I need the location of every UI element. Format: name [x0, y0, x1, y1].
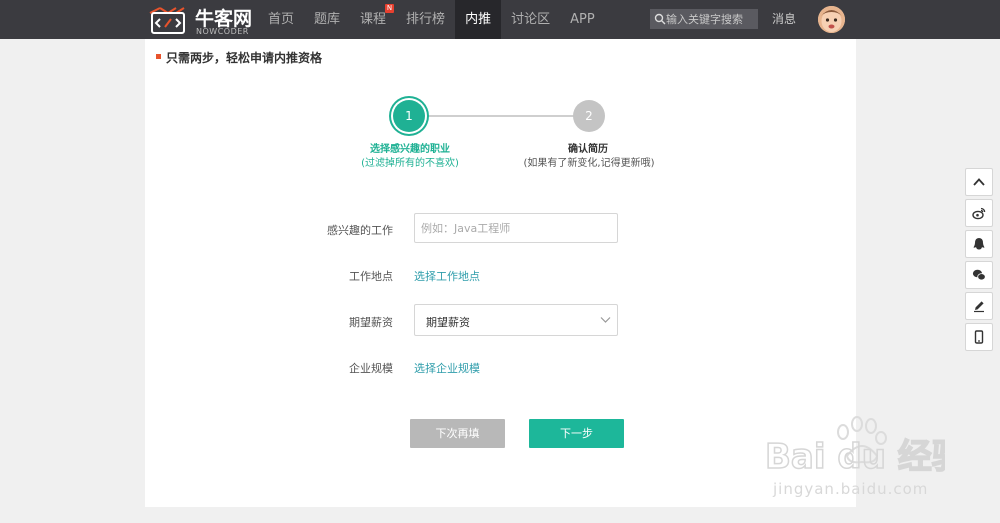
qq-icon: [973, 238, 985, 250]
share-weibo-button[interactable]: [965, 199, 993, 227]
logo-subtext: NOWCODER: [196, 27, 249, 36]
salary-field-label: 期望薪资: [349, 316, 393, 329]
nav-referral[interactable]: 内推: [455, 0, 502, 39]
main-nav: 首页 题库 课程 N 排行榜 内推 讨论区 APP: [258, 0, 605, 39]
job-field-label: 感兴趣的工作: [327, 224, 393, 237]
user-avatar[interactable]: [818, 6, 845, 33]
salary-select[interactable]: 期望薪资: [414, 304, 618, 336]
top-navigation-bar: 牛客网 NOWCODER 首页 题库 课程 N 排行榜 内推 讨论区 APP 消…: [0, 0, 1000, 39]
watermark-brand: Bai du 经验: [765, 437, 945, 477]
logo-mark-icon: [149, 7, 185, 34]
nav-leaderboard[interactable]: 排行榜: [396, 0, 455, 39]
select-company-size-link[interactable]: 选择企业规模: [414, 360, 480, 376]
step-connector: [410, 115, 588, 117]
step-2-circle: 2: [573, 100, 605, 132]
step-2-title: 确认简历: [568, 144, 608, 155]
phone-icon: [974, 330, 984, 344]
nav-discussion[interactable]: 讨论区: [501, 0, 560, 39]
nav-app[interactable]: APP: [560, 0, 605, 39]
title-marker-icon: [156, 54, 161, 59]
step-1-title: 选择感兴趣的职业: [370, 144, 450, 155]
nav-courses[interactable]: 课程 N: [350, 0, 396, 39]
share-qq-button[interactable]: [965, 230, 993, 258]
nav-courses-label: 课程: [360, 12, 387, 27]
chevron-up-icon: [973, 178, 985, 186]
search-icon[interactable]: [654, 13, 666, 25]
section-title: 只需两步，轻松申请内推资格: [156, 49, 322, 66]
fill-later-button[interactable]: 下次再填: [410, 419, 505, 448]
section-title-text: 只需两步，轻松申请内推资格: [166, 51, 323, 65]
salary-select-value: 期望薪资: [426, 316, 470, 329]
share-wechat-button[interactable]: [965, 261, 993, 289]
search-box: [650, 9, 758, 29]
location-field-label: 工作地点: [349, 270, 393, 283]
messages-link[interactable]: 消息: [772, 0, 796, 39]
mobile-app-button[interactable]: [965, 323, 993, 351]
feedback-button[interactable]: [965, 292, 993, 320]
step-1-subtitle: (过滤掉所有的不喜欢): [361, 158, 459, 169]
nav-question-bank[interactable]: 题库: [304, 0, 350, 39]
pencil-icon: [974, 301, 984, 313]
select-location-link[interactable]: 选择工作地点: [414, 268, 480, 284]
weibo-icon: [972, 207, 986, 220]
company-size-field-label: 企业规模: [349, 362, 393, 375]
job-interest-input[interactable]: [414, 213, 618, 243]
watermark-url: jingyan.baidu.com: [773, 480, 929, 498]
wechat-icon: [972, 269, 986, 281]
step-2-subtitle: (如果有了新变化,记得更新哦): [523, 158, 655, 169]
next-step-button[interactable]: 下一步: [529, 419, 624, 448]
new-badge: N: [385, 4, 395, 13]
referral-application-card: 只需两步，轻松申请内推资格 1 2 选择感兴趣的职业 (过滤掉所有的不喜欢) 确…: [145, 39, 856, 507]
avatar-face-icon: [818, 6, 845, 33]
step-1-circle: 1: [393, 100, 425, 132]
nav-home[interactable]: 首页: [258, 0, 304, 39]
site-logo[interactable]: 牛客网 NOWCODER: [146, 2, 258, 38]
chevron-down-icon: [600, 317, 611, 323]
back-to-top-button[interactable]: [965, 168, 993, 196]
search-input[interactable]: [666, 9, 756, 29]
